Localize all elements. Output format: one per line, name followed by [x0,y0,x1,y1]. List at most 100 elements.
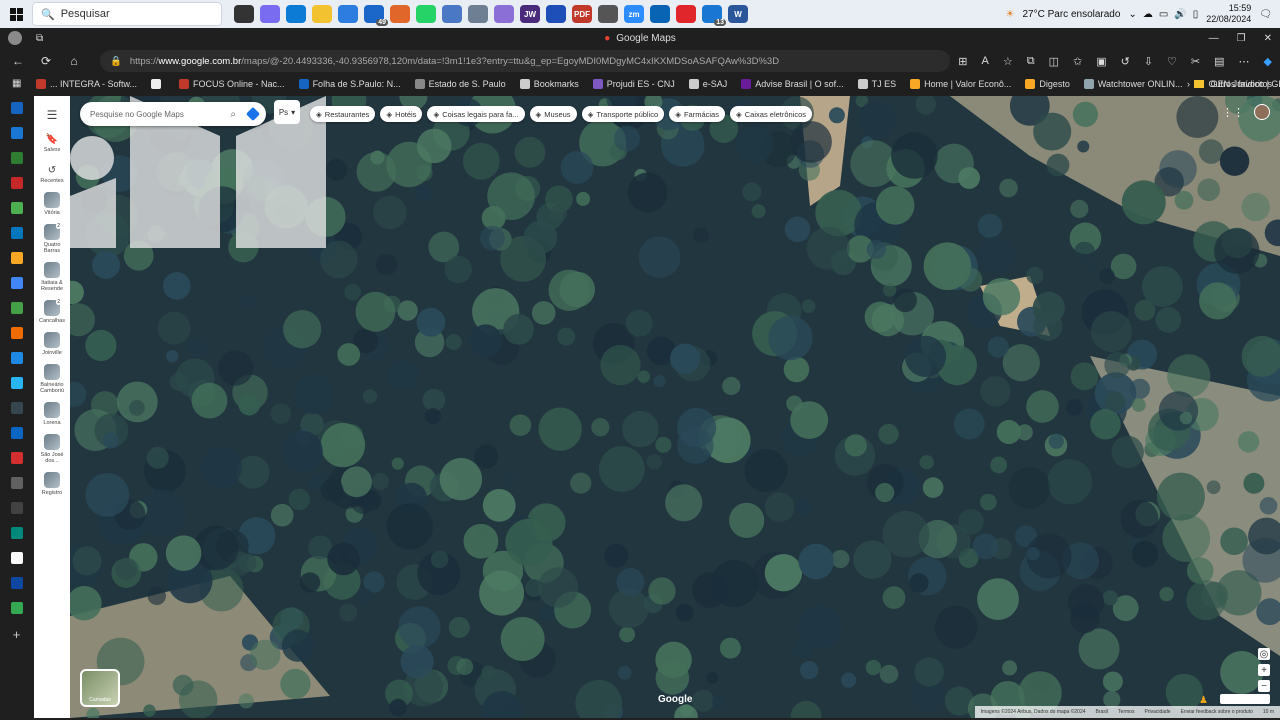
outlook-icon[interactable] [650,5,670,23]
category-chip[interactable]: ◈ Hotéis [380,106,423,122]
notification-icon[interactable]: 🗨 [1259,9,1272,20]
app-chart-icon[interactable] [468,5,488,23]
sidebar-app-icon[interactable] [10,477,23,489]
sidebar-app-icon[interactable] [10,227,23,239]
category-chip[interactable]: ◈ Transporte público [581,106,665,122]
refresh-button[interactable]: ⟳ [32,54,60,68]
directions-icon[interactable] [245,106,261,122]
app-available-icon[interactable]: ⊞ [958,55,967,68]
recents-button[interactable]: ↺ Recentes [40,165,63,184]
other-favorites[interactable]: Outros favoritos [1194,79,1272,89]
calendar-icon[interactable] [546,5,566,23]
weather-text[interactable]: 27°C Parc ensolarado [1022,9,1120,20]
recent-place-item[interactable]: Balneário Camboriú [35,364,69,394]
heart-icon[interactable]: ♡ [1167,55,1177,68]
whatsapp-icon[interactable] [416,5,436,23]
bookmark-item[interactable]: ... INTEGRA - Softw... [36,79,137,89]
bookmark-item[interactable]: Projudi ES - CNJ [592,79,675,89]
attribution-link[interactable]: Brasil [1096,709,1109,715]
wallet-icon[interactable]: ▤ [1214,55,1224,68]
recent-place-item[interactable]: São José dos... [35,434,69,464]
category-chip[interactable]: ◈ Coisas legais para fa... [427,106,525,122]
sidebar-app-icon[interactable] [10,202,23,214]
maps-search-input[interactable]: Pesquise no Google Maps ⌕ [80,102,266,126]
close-button[interactable]: ✕ [1264,33,1272,44]
copilot-icon[interactable]: ◆ [1264,55,1272,68]
add-sidebar-icon[interactable]: + [13,627,21,642]
sidebar-app-icon[interactable] [10,177,23,189]
avatar[interactable] [1254,104,1270,120]
bookmarks-overflow-icon[interactable]: › [1187,79,1190,89]
saved-button[interactable]: 🔖 Salvos [44,134,61,153]
category-chip[interactable]: ◈ Farmácias [669,106,725,122]
minimize-button[interactable]: — [1209,33,1219,44]
sidebar-app-icon[interactable] [10,452,23,464]
attribution-link[interactable]: Imagens ©2024 Airbus, Dados do mapa ©202… [981,709,1086,715]
maximize-button[interactable]: ❐ [1237,33,1246,44]
clock-icon[interactable] [598,5,618,23]
taskbar-search[interactable]: 🔍 Pesquisar [32,2,222,26]
recent-place-item[interactable]: 2 Cancalhas [35,299,69,324]
calculator-icon[interactable] [442,5,462,23]
recent-place-item[interactable]: Registro [35,472,69,496]
category-chip[interactable]: ◈ Caixas eletrônicos [729,106,813,122]
edge-icon[interactable] [286,5,306,23]
sidebar-app-icon[interactable] [10,352,23,364]
screenshot-icon[interactable]: ✂ [1191,55,1200,68]
menu-icon[interactable]: ☰ [47,108,58,122]
start-button[interactable] [0,0,32,28]
jw-icon[interactable]: JW [520,5,540,23]
google-apps-icon[interactable]: ⋮⋮ [1222,106,1244,119]
history-icon[interactable]: ↺ [1121,55,1130,68]
zoom-icon[interactable]: zm [624,5,644,23]
extensions-icon[interactable]: ⧉ [1027,55,1035,68]
scale-control[interactable] [1220,694,1270,704]
back-button[interactable]: ← [4,54,32,68]
attribution-link[interactable]: Termos [1118,709,1134,715]
tray-icons[interactable]: ⌄ ☁ ▭ 🔊 ▯ [1128,9,1198,20]
opera-icon[interactable] [676,5,696,23]
category-chip[interactable]: ◈ Museus [529,106,577,122]
recent-place-item[interactable]: Joinville [35,332,69,356]
favorite-star-icon[interactable]: ☆ [1003,55,1013,68]
app-purple-icon[interactable] [494,5,514,23]
sidebar-app-icon[interactable] [10,102,23,114]
bookmark-item[interactable]: Estado de S. Paulo [414,79,506,89]
more-icon[interactable]: ⋯ [1239,55,1250,68]
downloads-icon[interactable]: ⇩ [1144,55,1153,68]
bookmark-item[interactable]: Advise Brasil | O sof... [741,79,844,89]
bookmark-item[interactable]: Digesto [1025,79,1070,89]
home-button[interactable]: ⌂ [60,54,88,68]
mail-icon[interactable]: 49 [364,5,388,26]
sidebar-toggle-icon[interactable]: ▦ [12,78,21,89]
sidebar-app-icon[interactable] [10,127,23,139]
zoom-in-button[interactable]: + [1258,664,1270,676]
collections-icon[interactable]: ▣ [1096,55,1106,68]
store-icon[interactable] [338,5,358,23]
category-chip[interactable]: ◈ Restaurantes [310,106,376,122]
read-aloud-icon[interactable]: A [981,55,988,67]
chat-icon[interactable]: 13 [702,5,726,26]
bookmark-item[interactable]: Bookmarks [519,79,579,89]
sidebar-app-icon[interactable] [10,502,23,514]
attribution-link[interactable]: 10 m [1263,709,1274,715]
pegman-icon[interactable]: ♟ [1199,695,1208,706]
bookmark-item[interactable]: Watchtower ONLIN... [1083,79,1183,89]
attribution-link[interactable]: Privacidade [1144,709,1170,715]
favorites-icon[interactable]: ✩ [1073,55,1082,68]
split-screen-icon[interactable]: ◫ [1049,55,1059,68]
sidebar-app-icon[interactable] [10,152,23,164]
maps-sidebar-icon[interactable] [10,602,23,614]
ps-dropdown[interactable]: Ps ▾ [274,100,300,124]
sidebar-app-icon[interactable] [10,277,23,289]
sidebar-app-icon[interactable] [10,252,23,264]
bookmark-item[interactable] [151,79,165,89]
recent-place-item[interactable]: 2 Quatro Barras [35,223,69,254]
clock[interactable]: 15:59 22/08/2024 [1206,3,1251,25]
word-icon[interactable]: W [728,5,748,23]
recent-place-item[interactable]: Itatiaia & Resende [35,262,69,292]
sidebar-app-icon[interactable] [10,302,23,314]
layers-button[interactable]: Camadas [80,669,120,707]
pdf-icon[interactable]: PDF [572,5,592,23]
file-explorer-icon[interactable] [312,5,332,23]
